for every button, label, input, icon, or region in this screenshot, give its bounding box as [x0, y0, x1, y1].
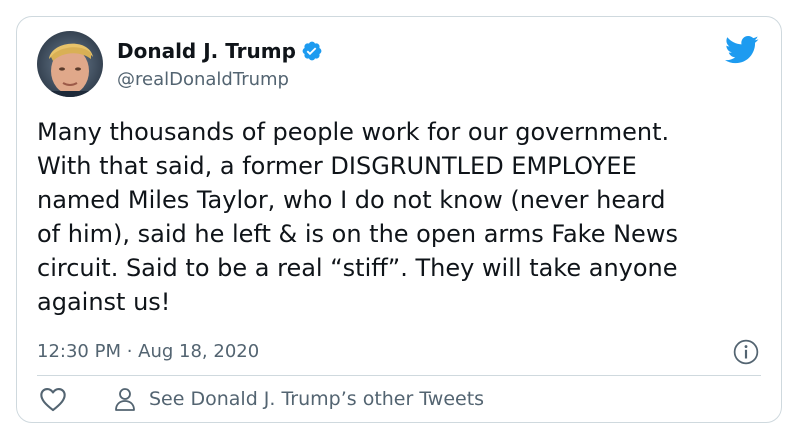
see-other-tweets-link[interactable]: See Donald J. Trump’s other Tweets [113, 382, 484, 416]
tweet-text: Many thousands of people work for our go… [37, 118, 678, 316]
author-handle[interactable]: @realDonaldTrump [117, 69, 289, 90]
tweet-timestamp[interactable]: 12:30 PM · Aug 18, 2020 [37, 341, 259, 362]
avatar-image [37, 31, 103, 97]
verified-badge-icon [302, 41, 322, 61]
see-other-tweets-label[interactable]: See Donald J. Trump’s other Tweets [149, 388, 484, 410]
divider [37, 375, 761, 376]
tweet-card: Donald J. Trump @realDonaldTrump Many th… [16, 16, 782, 423]
info-icon[interactable] [733, 339, 759, 365]
author-name-row[interactable]: Donald J. Trump [117, 39, 323, 63]
person-icon [115, 388, 135, 411]
heart-icon[interactable] [39, 386, 67, 412]
avatar[interactable] [37, 31, 103, 97]
twitter-bird-icon[interactable] [725, 35, 759, 65]
author-name[interactable]: Donald J. Trump [117, 39, 296, 63]
